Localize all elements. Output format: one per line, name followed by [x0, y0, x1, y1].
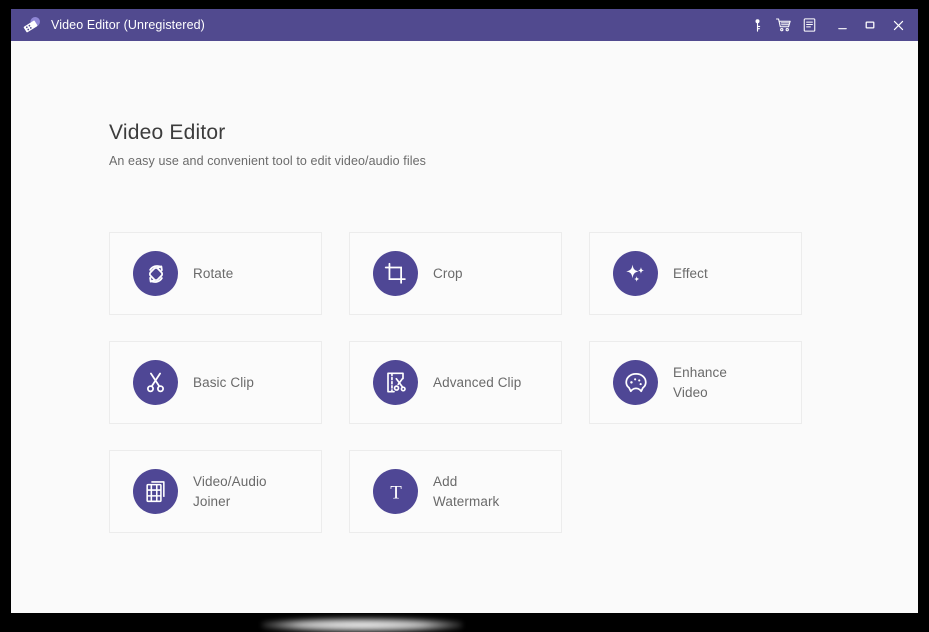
rotate-icon	[133, 251, 178, 296]
register-key-button[interactable]	[744, 12, 770, 38]
shopping-cart-icon	[775, 18, 791, 32]
close-icon	[893, 20, 903, 30]
svg-text:T: T	[390, 482, 402, 503]
page-title: Video Editor	[109, 121, 226, 144]
tool-card-rotate[interactable]: Rotate	[109, 232, 322, 315]
tool-card-enhance-video[interactable]: Enhance Video	[589, 341, 802, 424]
video-editor-window: Video Editor (Unregistered) Video Editor…	[11, 9, 918, 613]
window-title: Video Editor (Unregistered)	[51, 18, 205, 32]
palette-icon	[613, 360, 658, 405]
maximize-button[interactable]	[856, 12, 884, 38]
tool-card-label: Rotate	[193, 265, 234, 281]
scissors-icon	[133, 360, 178, 405]
sparkles-effect-icon	[613, 251, 658, 296]
advanced-scissors-icon	[373, 360, 418, 405]
menu-list-button[interactable]	[796, 12, 822, 38]
desktop-backdrop: Video Editor (Unregistered) Video Editor…	[0, 0, 929, 632]
tool-card-crop[interactable]: Crop	[349, 232, 562, 315]
tool-card-label: Crop	[433, 265, 463, 281]
tool-card-label: Enhance Video	[673, 364, 727, 400]
main-content: Video Editor An easy use and convenient …	[11, 41, 918, 613]
tool-card-effect[interactable]: Effect	[589, 232, 802, 315]
minimize-button[interactable]	[828, 12, 856, 38]
tool-card-advanced-clip[interactable]: Advanced Clip	[349, 341, 562, 424]
tool-card-basic-clip[interactable]: Basic Clip	[109, 341, 322, 424]
tool-card-label: Add Watermark	[433, 473, 500, 509]
page-header: Video Editor An easy use and convenient …	[109, 121, 426, 168]
tool-card-label: Effect	[673, 265, 708, 281]
tool-card-label: Video/Audio Joiner	[193, 473, 267, 509]
maximize-icon	[865, 21, 875, 29]
list-menu-icon	[803, 18, 815, 32]
text-watermark-icon: T	[373, 469, 418, 514]
tool-card-add-watermark[interactable]: T Add Watermark	[349, 450, 562, 533]
page-subtitle: An easy use and convenient tool to edit …	[109, 154, 427, 168]
key-icon	[755, 18, 760, 32]
buy-cart-button[interactable]	[770, 12, 796, 38]
video-editor-logo-icon	[23, 17, 40, 33]
close-button[interactable]	[884, 12, 912, 38]
tool-card-label: Basic Clip	[193, 374, 255, 390]
tool-card-label: Advanced Clip	[433, 374, 522, 390]
tool-card-video-audio-joiner[interactable]: Video/Audio Joiner	[109, 450, 322, 533]
title-bar: Video Editor (Unregistered)	[11, 9, 918, 41]
minimize-icon	[837, 27, 847, 29]
desktop-glow	[262, 618, 462, 632]
tool-grid: Rotate Crop Effect Basic Clip Advanced C…	[109, 232, 831, 533]
crop-icon	[373, 251, 418, 296]
film-strip-join-icon	[133, 469, 178, 514]
